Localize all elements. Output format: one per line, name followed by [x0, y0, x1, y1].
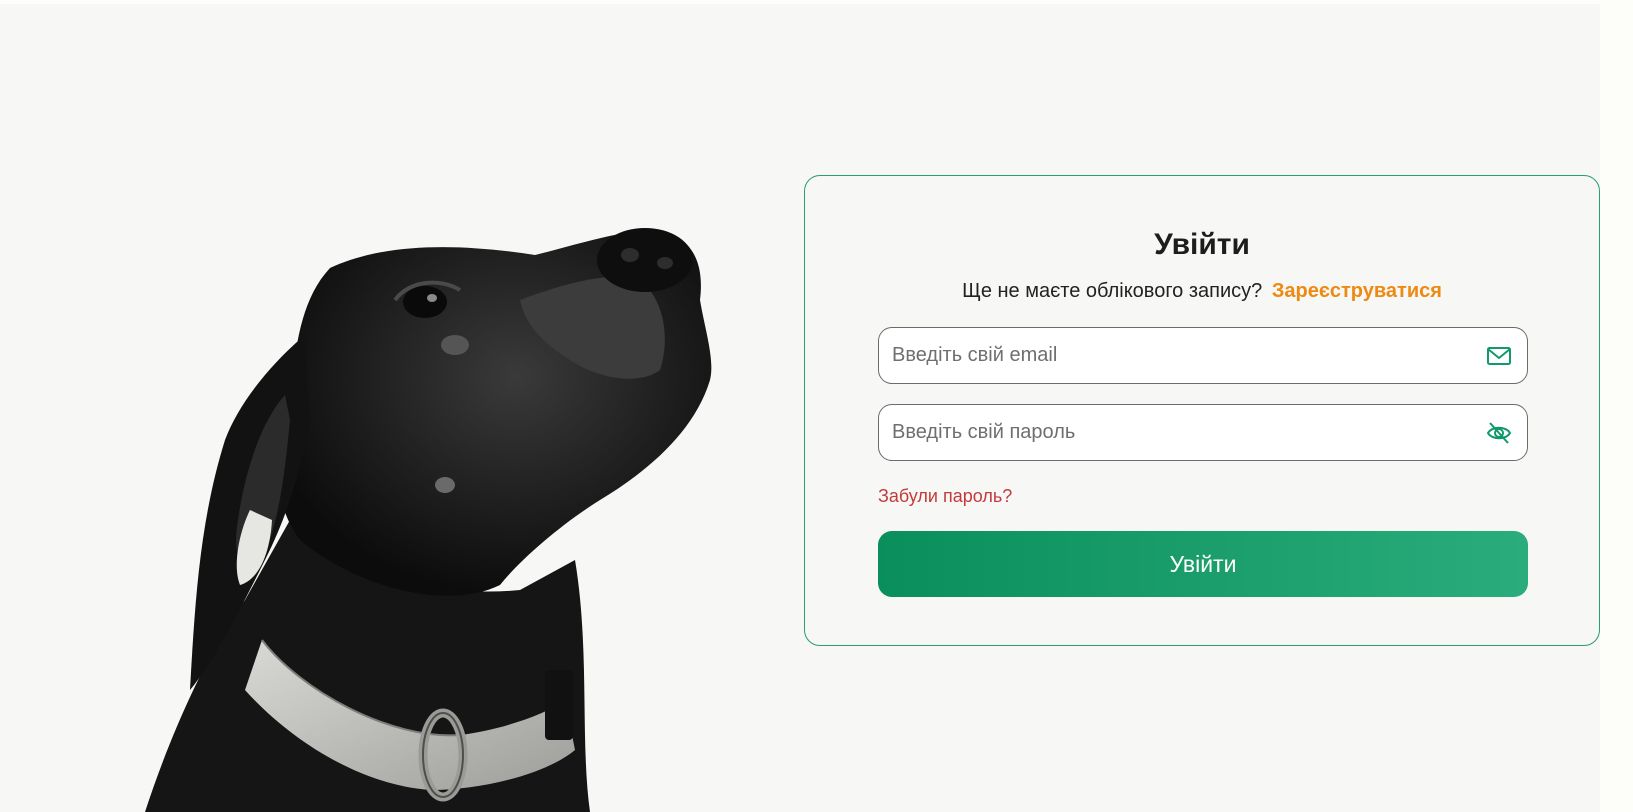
email-input[interactable]: [879, 328, 1472, 383]
password-input[interactable]: [879, 405, 1472, 460]
register-prompt: Ще не маєте облікового запису? Зареєстру…: [805, 280, 1599, 303]
email-field[interactable]: [878, 327, 1528, 384]
login-title: Увійти: [1154, 228, 1250, 261]
mail-icon: [1487, 347, 1511, 365]
login-card: Увійти Ще не маєте облікового запису? За…: [804, 175, 1600, 646]
eye-off-icon[interactable]: [1485, 419, 1513, 447]
register-prompt-text: Ще не маєте облікового запису?: [962, 280, 1263, 302]
dog-photo: [145, 228, 712, 812]
right-strip: [1600, 0, 1633, 812]
register-link[interactable]: Зареєструватися: [1272, 280, 1442, 302]
login-button[interactable]: Увійти: [878, 531, 1528, 597]
password-field[interactable]: [878, 404, 1528, 461]
forgot-password-link[interactable]: Забули пароль?: [878, 486, 1012, 507]
